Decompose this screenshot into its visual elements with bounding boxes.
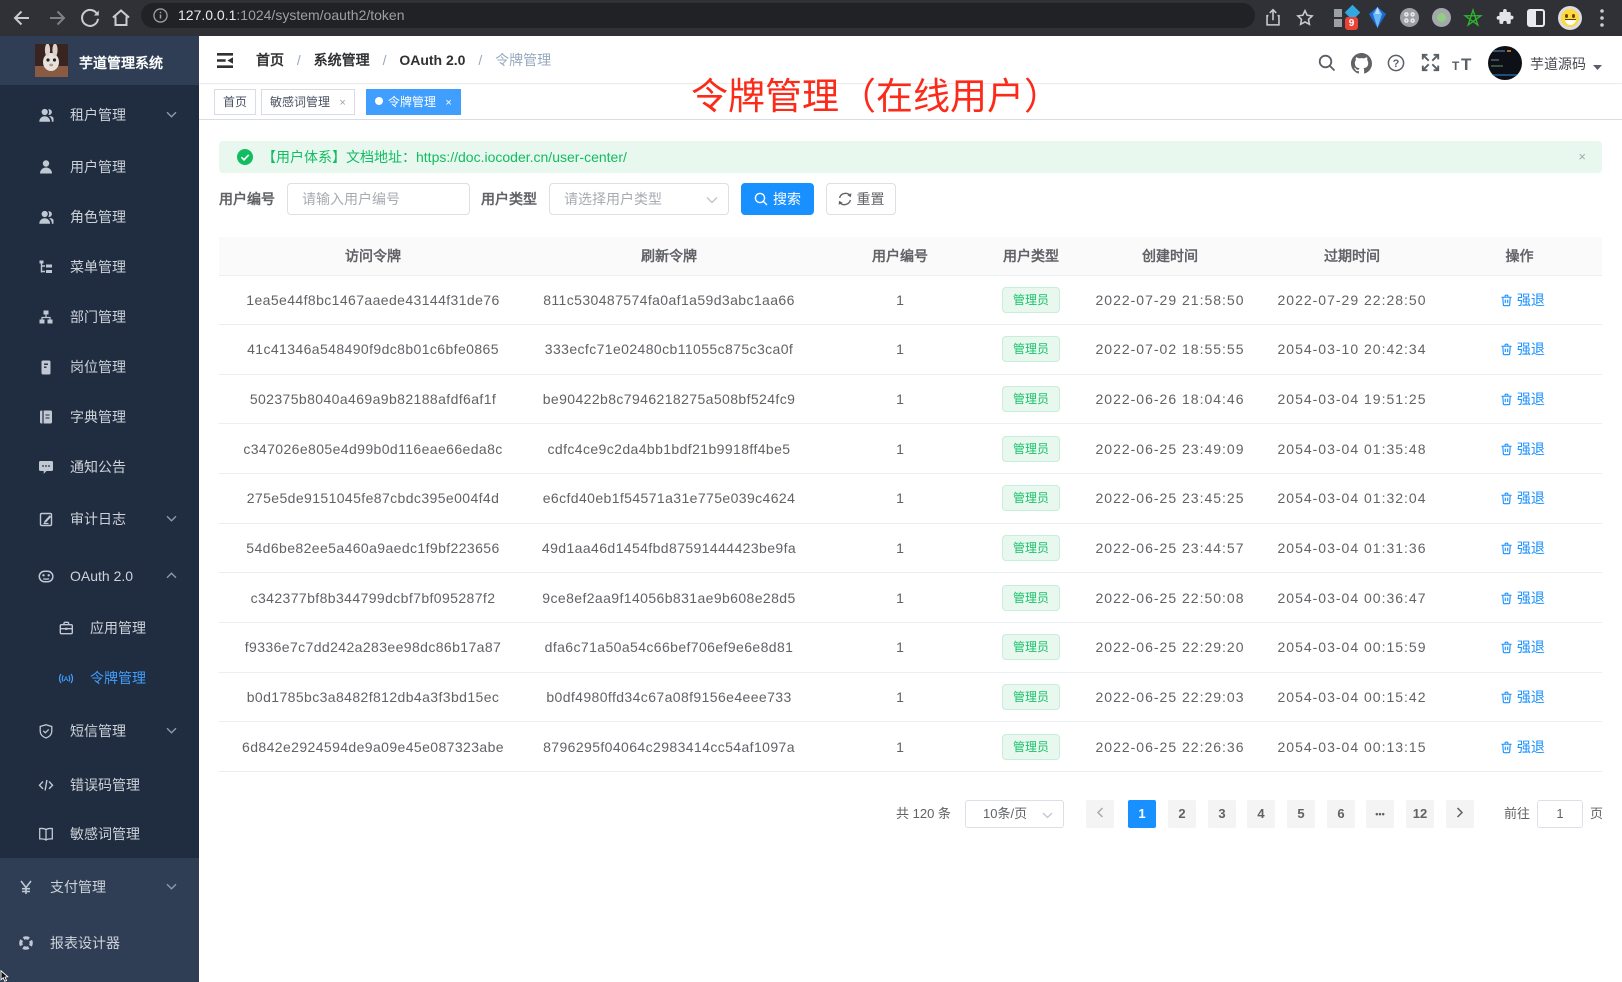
svg-text:T: T (1452, 59, 1460, 72)
svg-text:T: T (1461, 55, 1472, 72)
svg-text:A: A (64, 676, 69, 683)
svg-text:?: ? (1393, 58, 1400, 70)
